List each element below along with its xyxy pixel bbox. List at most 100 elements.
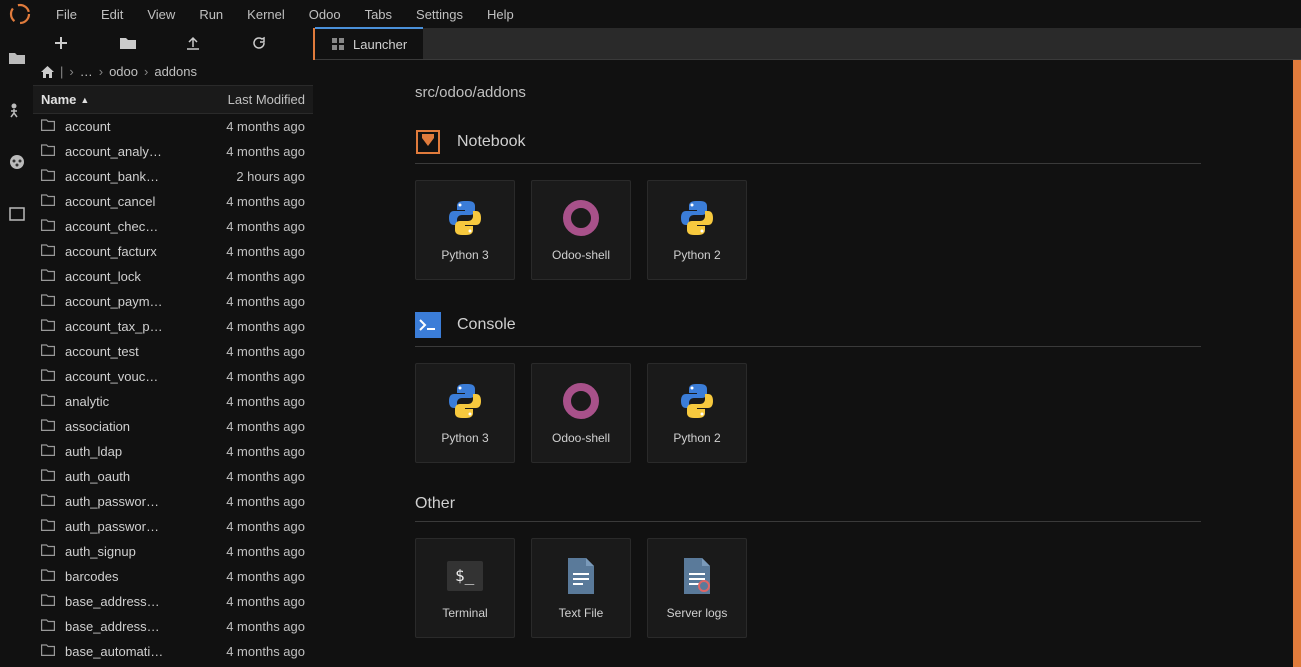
file-modified: 4 months ago — [195, 394, 305, 409]
folder-icon — [41, 294, 57, 310]
notebook-icon — [415, 129, 441, 155]
column-name[interactable]: Name ▲ — [33, 86, 193, 113]
upload-icon[interactable] — [186, 36, 226, 50]
file-row[interactable]: auth_passwor…4 months ago — [33, 514, 313, 539]
card-odoo-shell[interactable]: Odoo-shell — [531, 363, 631, 463]
card-label: Odoo-shell — [552, 248, 610, 262]
file-row[interactable]: analytic4 months ago — [33, 389, 313, 414]
card-label: Python 2 — [673, 431, 720, 445]
divider — [415, 521, 1201, 522]
running-icon[interactable] — [7, 100, 27, 120]
folder-icon — [41, 444, 57, 460]
column-modified[interactable]: Last Modified — [193, 86, 313, 113]
launcher-tab-icon — [331, 37, 345, 51]
sort-asc-icon: ▲ — [80, 95, 89, 105]
file-modified: 4 months ago — [195, 569, 305, 584]
activity-bar — [0, 28, 33, 667]
file-name: account_chec… — [65, 219, 195, 234]
file-row[interactable]: account_analy…4 months ago — [33, 139, 313, 164]
card-python-2[interactable]: Python 2 — [647, 180, 747, 280]
tab-launcher[interactable]: Launcher — [315, 27, 423, 59]
section-other: Other — [415, 495, 1201, 513]
file-modified: 4 months ago — [195, 194, 305, 209]
folder-icon — [41, 644, 57, 660]
file-name: barcodes — [65, 569, 195, 584]
menu-kernel[interactable]: Kernel — [235, 7, 297, 22]
card-python-3[interactable]: Python 3 — [415, 363, 515, 463]
breadcrumb-item[interactable]: addons — [154, 64, 197, 79]
file-modified: 4 months ago — [195, 494, 305, 509]
card-icon — [561, 556, 601, 596]
file-row[interactable]: auth_ldap4 months ago — [33, 439, 313, 464]
file-row[interactable]: account_facturx4 months ago — [33, 239, 313, 264]
file-row[interactable]: account_tax_p…4 months ago — [33, 314, 313, 339]
menu-bar: FileEditViewRunKernelOdooTabsSettingsHel… — [0, 0, 1301, 28]
file-toolbar — [33, 28, 313, 58]
file-row[interactable]: account_vouc…4 months ago — [33, 364, 313, 389]
file-name: auth_passwor… — [65, 494, 195, 509]
card-terminal[interactable]: $_ Terminal — [415, 538, 515, 638]
file-row[interactable]: base_address…4 months ago — [33, 589, 313, 614]
file-row[interactable]: auth_passwor…4 months ago — [33, 489, 313, 514]
file-row[interactable]: account4 months ago — [33, 114, 313, 139]
menu-odoo[interactable]: Odoo — [297, 7, 353, 22]
file-modified: 4 months ago — [195, 619, 305, 634]
divider — [415, 346, 1201, 347]
file-browser: | › … › odoo › addons Name ▲ Last Modifi… — [33, 28, 313, 667]
menu-help[interactable]: Help — [475, 7, 526, 22]
file-name: account_analy… — [65, 144, 195, 159]
menu-file[interactable]: File — [44, 7, 89, 22]
card-server-logs[interactable]: Server logs — [647, 538, 747, 638]
file-row[interactable]: association4 months ago — [33, 414, 313, 439]
home-icon[interactable] — [41, 66, 54, 78]
tabs-icon[interactable] — [7, 204, 27, 224]
refresh-icon[interactable] — [252, 36, 292, 50]
file-row[interactable]: account_cancel4 months ago — [33, 189, 313, 214]
card-icon: $_ — [445, 556, 485, 596]
file-name: account_vouc… — [65, 369, 195, 384]
breadcrumb-item[interactable]: … — [80, 64, 93, 79]
card-icon — [677, 381, 717, 421]
commands-icon[interactable] — [7, 152, 27, 172]
file-row[interactable]: account_paym…4 months ago — [33, 289, 313, 314]
file-modified: 4 months ago — [195, 519, 305, 534]
file-name: base_address… — [65, 594, 195, 609]
section-notebook: Notebook — [415, 129, 1201, 155]
card-icon — [561, 381, 601, 421]
menu-tabs[interactable]: Tabs — [353, 7, 404, 22]
breadcrumb-item[interactable]: odoo — [109, 64, 138, 79]
card-python-3[interactable]: Python 3 — [415, 180, 515, 280]
file-row[interactable]: barcodes4 months ago — [33, 564, 313, 589]
file-browser-icon[interactable] — [7, 48, 27, 68]
card-odoo-shell[interactable]: Odoo-shell — [531, 180, 631, 280]
file-row[interactable]: account_lock4 months ago — [33, 264, 313, 289]
file-row[interactable]: auth_signup4 months ago — [33, 539, 313, 564]
card-text-file[interactable]: Text File — [531, 538, 631, 638]
file-name: auth_signup — [65, 544, 195, 559]
file-row[interactable]: account_bank…2 hours ago — [33, 164, 313, 189]
file-name: auth_ldap — [65, 444, 195, 459]
card-label: Server logs — [667, 606, 728, 620]
menu-run[interactable]: Run — [187, 7, 235, 22]
launcher-panel: src/odoo/addons Notebook Python 3Odoo-sh… — [315, 60, 1301, 667]
menu-settings[interactable]: Settings — [404, 7, 475, 22]
new-launcher-icon[interactable] — [54, 36, 94, 50]
file-row[interactable]: auth_oauth4 months ago — [33, 464, 313, 489]
card-label: Terminal — [442, 606, 487, 620]
file-row[interactable]: base_address…4 months ago — [33, 614, 313, 639]
folder-icon — [41, 494, 57, 510]
card-python-2[interactable]: Python 2 — [647, 363, 747, 463]
file-row[interactable]: account_test4 months ago — [33, 339, 313, 364]
menu-edit[interactable]: Edit — [89, 7, 135, 22]
file-name: auth_passwor… — [65, 519, 195, 534]
jupyter-logo[interactable] — [8, 2, 32, 26]
file-row[interactable]: base_automati…4 months ago — [33, 639, 313, 664]
folder-icon — [41, 469, 57, 485]
folder-icon — [41, 269, 57, 285]
new-folder-icon[interactable] — [120, 37, 160, 49]
card-icon — [445, 381, 485, 421]
menu-view[interactable]: View — [135, 7, 187, 22]
file-row[interactable]: account_chec…4 months ago — [33, 214, 313, 239]
folder-icon — [41, 319, 57, 335]
section-console: Console — [415, 312, 1201, 338]
